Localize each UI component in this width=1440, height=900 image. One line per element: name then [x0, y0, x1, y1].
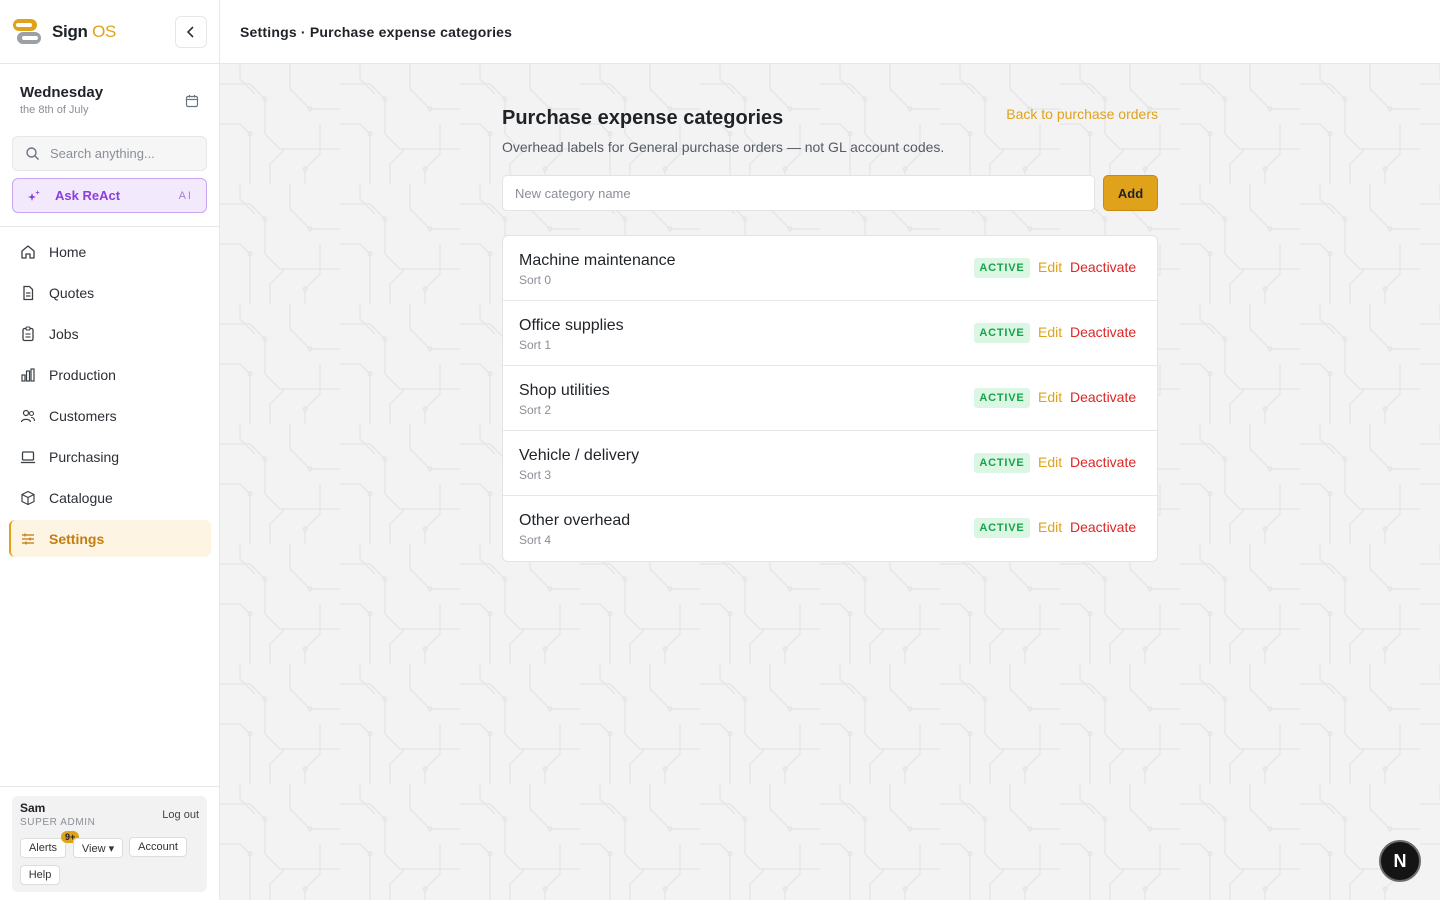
sidebar-item-label: Jobs — [49, 325, 79, 342]
add-button[interactable]: Add — [1103, 175, 1158, 211]
list-item: Vehicle / delivery Sort 3 ACTIVE Edit De… — [503, 431, 1157, 496]
deactivate-button[interactable]: Deactivate — [1070, 389, 1136, 405]
sidebar-item-production[interactable]: Production — [9, 356, 211, 393]
date-sub: the 8th of July — [20, 104, 89, 116]
logo-icon — [12, 18, 42, 46]
status-badge: ACTIVE — [974, 258, 1030, 278]
ask-react-button[interactable]: Ask ReAct AI — [12, 178, 207, 213]
main-content: Purchase expense categories Back to purc… — [220, 64, 1440, 900]
document-icon — [23, 285, 34, 300]
sidebar-item-jobs[interactable]: Jobs — [9, 315, 211, 352]
sidebar-item-label: Customers — [49, 407, 117, 424]
sidebar-item-label: Settings — [49, 530, 105, 547]
sidebar-item-label: Home — [49, 243, 87, 260]
category-sort: Sort 2 — [519, 403, 552, 417]
ai-tag: AI — [178, 189, 193, 202]
category-sort: Sort 3 — [519, 468, 552, 482]
category-name: Shop utilities — [519, 382, 610, 399]
search-icon — [26, 147, 39, 160]
user-name: Sam — [20, 801, 46, 815]
sparkles-icon — [28, 189, 40, 201]
category-name: Machine maintenance — [519, 252, 676, 269]
calendar-icon[interactable] — [185, 94, 199, 108]
clipboard-icon — [22, 325, 34, 341]
category-sort: Sort 0 — [519, 273, 552, 287]
add-category-row: Add — [502, 175, 1158, 211]
view-menu-button[interactable]: View ▾ — [73, 838, 123, 858]
logout-button[interactable]: Log out — [162, 809, 199, 821]
home-icon — [21, 244, 35, 259]
user-role: SUPER ADMIN — [20, 817, 96, 828]
list-item: Shop utilities Sort 2 ACTIVE Edit Deacti… — [503, 366, 1157, 431]
sliders-icon — [22, 533, 34, 544]
page-subtitle: Overhead labels for General purchase ord… — [502, 139, 945, 155]
floating-action-button[interactable]: N — [1379, 840, 1421, 882]
sidebar-item-quotes[interactable]: Quotes — [9, 274, 211, 311]
edit-button[interactable]: Edit — [1038, 389, 1062, 405]
deactivate-button[interactable]: Deactivate — [1070, 519, 1136, 535]
content-panel: Purchase expense categories Back to purc… — [502, 104, 1158, 562]
date-day: Wednesday — [20, 84, 104, 101]
category-name: Other overhead — [519, 512, 631, 529]
edit-button[interactable]: Edit — [1038, 454, 1062, 470]
edit-button[interactable]: Edit — [1038, 324, 1062, 340]
sidebar-item-label: Production — [49, 366, 116, 383]
deactivate-button[interactable]: Deactivate — [1070, 259, 1136, 275]
help-button[interactable]: Help — [20, 865, 60, 885]
alerts-button[interactable]: Alerts 9+ — [20, 831, 80, 858]
status-badge: ACTIVE — [974, 518, 1030, 538]
laptop-icon — [21, 450, 35, 463]
category-sort: Sort 4 — [519, 533, 552, 547]
category-name: Office supplies — [519, 317, 624, 334]
collapse-sidebar-button[interactable] — [175, 16, 207, 48]
bar-chart-icon — [21, 367, 35, 382]
sidebar-item-label: Catalogue — [49, 489, 113, 506]
account-button[interactable]: Account — [129, 837, 187, 857]
users-icon — [20, 409, 36, 422]
search-input[interactable] — [50, 146, 190, 161]
ask-react-label: Ask ReAct — [55, 188, 121, 203]
chevron-left-icon — [186, 26, 194, 38]
sidebar: Sign OS Wednesday the 8th of July Ask Re… — [0, 0, 220, 900]
sidebar-item-customers[interactable]: Customers — [9, 397, 211, 434]
sidebar-item-purchasing[interactable]: Purchasing — [9, 438, 211, 475]
edit-button[interactable]: Edit — [1038, 259, 1062, 275]
breadcrumb: Settings · Purchase expense categories — [240, 23, 513, 40]
box-icon — [21, 490, 35, 505]
sidebar-item-settings[interactable]: Settings — [9, 520, 211, 557]
list-item: Machine maintenance Sort 0 ACTIVE Edit D… — [503, 236, 1157, 301]
topbar: Settings · Purchase expense categories — [220, 0, 1440, 64]
sidebar-item-catalogue[interactable]: Catalogue — [9, 479, 211, 516]
status-badge: ACTIVE — [974, 388, 1030, 408]
new-category-input[interactable] — [502, 175, 1095, 211]
divider — [0, 226, 220, 227]
sidebar-item-label: Purchasing — [49, 448, 120, 465]
deactivate-button[interactable]: Deactivate — [1070, 454, 1136, 470]
deactivate-button[interactable]: Deactivate — [1070, 324, 1136, 340]
edit-button[interactable]: Edit — [1038, 519, 1062, 535]
category-list: Machine maintenance Sort 0 ACTIVE Edit D… — [502, 235, 1158, 562]
sidebar-nav: Home Quotes Jobs Production Customers Pu… — [0, 233, 220, 561]
brand-name: Sign OS — [52, 21, 117, 41]
list-item: Other overhead Sort 4 ACTIVE Edit Deacti… — [503, 496, 1157, 561]
user-panel: Sam SUPER ADMIN Log out Alerts 9+ View ▾… — [0, 786, 220, 900]
user-card: Sam SUPER ADMIN Log out Alerts 9+ View ▾… — [12, 796, 207, 892]
sidebar-item-label: Quotes — [49, 284, 95, 301]
category-sort: Sort 1 — [519, 338, 552, 352]
status-badge: ACTIVE — [974, 453, 1030, 473]
alerts-label: Alerts — [28, 842, 58, 854]
brand: Sign OS — [0, 0, 219, 64]
back-to-purchase-orders-link[interactable]: Back to purchase orders — [1006, 106, 1158, 122]
list-item: Office supplies Sort 1 ACTIVE Edit Deact… — [503, 301, 1157, 366]
search-box[interactable] — [12, 136, 207, 171]
category-name: Vehicle / delivery — [519, 447, 640, 464]
sidebar-item-home[interactable]: Home — [9, 233, 211, 270]
status-badge: ACTIVE — [974, 323, 1030, 343]
date-block: Wednesday the 8th of July — [0, 64, 219, 190]
